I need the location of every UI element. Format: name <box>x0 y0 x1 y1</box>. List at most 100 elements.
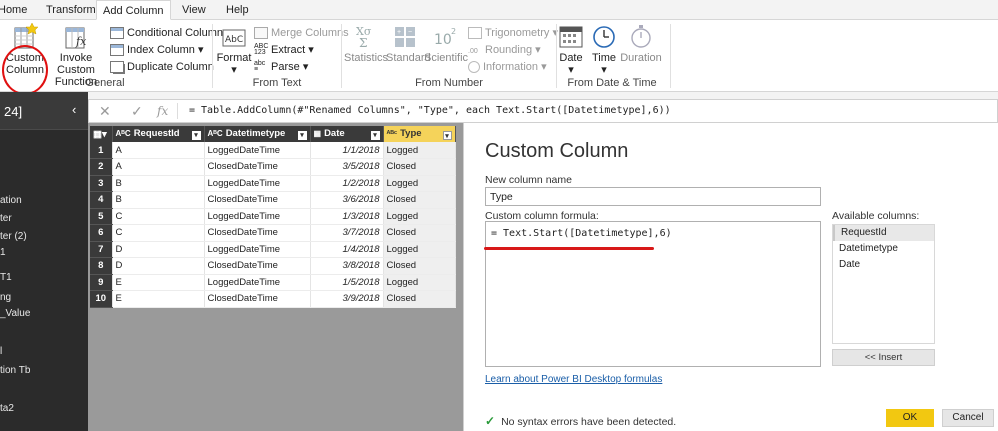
filter-dropdown-icon[interactable]: ▾ <box>297 131 307 140</box>
tab-home[interactable]: Home <box>0 0 33 20</box>
filter-dropdown-icon[interactable]: ▾ <box>370 131 380 140</box>
standard-icon: + − <box>395 27 415 47</box>
column-header-datetimetype[interactable]: AᴮC Datetimetype ▾ <box>204 126 311 142</box>
duplicate-column-label: Duplicate Column <box>127 61 214 73</box>
formula-bar-text[interactable]: = Table.AddColumn(#"Renamed Columns", "T… <box>189 105 671 116</box>
table-row[interactable]: 7 D LoggedDateTime 1/4/2018 Logged <box>90 241 456 258</box>
available-columns-label: Available columns: <box>832 210 920 222</box>
query-item[interactable]: tion Tb <box>0 365 30 376</box>
table-row[interactable]: 2 A ClosedDateTime 3/5/2018 Closed <box>90 158 456 176</box>
date-button[interactable]: Date ▾ <box>558 22 584 76</box>
function-icon: fx <box>65 27 87 49</box>
svg-text:−: − <box>408 29 412 36</box>
queries-panel: 24] ‹ ation ter ter (2) 1 T1 ng _Value l… <box>0 92 88 431</box>
collapse-chevron-icon[interactable]: ‹ <box>72 102 76 117</box>
table-row[interactable]: 1 A LoggedDateTime 1/1/2018 Logged <box>90 142 456 159</box>
table-menu-icon[interactable]: ▦▾ <box>90 126 113 142</box>
parse-icon: abc ≡ <box>254 60 266 74</box>
conditional-column-button[interactable]: Conditional Column <box>110 25 223 41</box>
check-icon: ✓ <box>485 414 496 428</box>
data-grid: ▦▾ AᴮC RequestId ▾ AᴮC Datetimetype ▾ ▦ Date ▾… <box>90 126 456 308</box>
trigonometry-button[interactable]: Trigonometry ▾ <box>468 25 558 41</box>
query-item[interactable]: l <box>0 346 2 357</box>
query-item[interactable]: ng <box>0 292 11 303</box>
format-button[interactable]: AbC Format ▾ <box>216 22 252 76</box>
cancel-button[interactable]: Cancel <box>942 409 994 427</box>
custom-formula-text[interactable]: = Text.Start([Datetimetype],6) <box>491 228 672 239</box>
table-row[interactable]: 5 C LoggedDateTime 1/3/2018 Logged <box>90 208 456 225</box>
tab-view[interactable]: View <box>176 0 212 20</box>
tab-transform[interactable]: Transform <box>40 0 102 20</box>
query-item[interactable]: ta2 <box>0 403 14 414</box>
information-icon <box>468 61 480 74</box>
tab-add-column[interactable]: Add Column <box>96 0 171 20</box>
query-item[interactable]: 1 <box>0 247 6 258</box>
fx-icon[interactable]: fx <box>157 104 168 118</box>
rounding-button[interactable]: .00 Rounding ▾ <box>468 42 541 58</box>
commit-check-icon[interactable]: ✓ <box>131 103 143 120</box>
table-row[interactable]: 6 C ClosedDateTime 3/7/2018 Closed <box>90 224 456 242</box>
custom-formula-editor[interactable]: = Text.Start([Datetimetype],6) <box>485 221 821 367</box>
duration-button[interactable]: Duration <box>620 22 662 64</box>
conditional-column-icon <box>110 27 124 40</box>
filter-dropdown-icon[interactable]: ▾ <box>191 131 201 140</box>
query-item[interactable]: ation <box>0 195 22 206</box>
scientific-button[interactable]: 10 2 Scientific <box>424 22 468 64</box>
available-column-item[interactable]: Date <box>833 257 934 273</box>
clock-icon <box>593 26 615 48</box>
merge-columns-label: Merge Columns <box>271 27 349 39</box>
extract-label: Extract <box>271 44 306 56</box>
conditional-column-label: Conditional Column <box>127 27 223 39</box>
extract-button[interactable]: ABC 123 Extract ▾ <box>254 42 314 58</box>
cancel-icon[interactable]: ✕ <box>99 103 111 120</box>
chevron-down-icon: ▾ <box>601 64 607 76</box>
query-item[interactable]: _Value <box>0 308 30 319</box>
text-type-icon: AᴮC <box>115 129 131 138</box>
table-row[interactable]: 4 B ClosedDateTime 3/6/2018 Closed <box>90 191 456 209</box>
format-label: Format <box>216 52 252 64</box>
ribbon-tabs: Home Transform Add Column View Help <box>0 0 998 20</box>
table-row[interactable]: 10 E ClosedDateTime 3/9/2018 Closed <box>90 290 456 308</box>
column-header-type[interactable]: ᴬᴮᶜ Type ▾ <box>383 126 456 142</box>
syntax-status: ✓ No syntax errors have been detected. <box>485 414 676 428</box>
formula-bar-divider <box>177 103 178 119</box>
chevron-down-icon: ▾ <box>197 44 204 56</box>
filter-dropdown-icon[interactable]: ▾ <box>442 131 452 140</box>
column-header-date[interactable]: ▦ Date ▾ <box>310 126 384 142</box>
merge-columns-button[interactable]: Merge Columns <box>254 25 349 41</box>
available-column-item[interactable]: RequestId <box>833 225 934 241</box>
query-item[interactable]: ter <box>0 213 12 224</box>
chevron-down-icon: ▾ <box>568 64 574 76</box>
query-item[interactable]: ter (2) <box>0 231 27 242</box>
chevron-down-icon: ▾ <box>231 64 237 76</box>
time-button[interactable]: Time ▾ <box>590 22 618 76</box>
new-column-name-field[interactable] <box>485 187 821 206</box>
standard-button[interactable]: + − Standard <box>386 22 431 64</box>
column-header-requestid[interactable]: AᴮC RequestId ▾ <box>112 126 205 142</box>
time-label: Time <box>591 52 617 64</box>
rounding-icon: .00 <box>468 48 478 56</box>
statistics-button[interactable]: Xσ Σ Statistics <box>344 22 389 64</box>
learn-formulas-link[interactable]: Learn about Power BI Desktop formulas <box>485 374 662 385</box>
query-item[interactable]: T1 <box>0 272 12 283</box>
parse-button[interactable]: abc ≡ Parse ▾ <box>254 59 308 75</box>
statistics-label: Statistics <box>344 52 389 64</box>
statistics-icon: Xσ Σ <box>356 25 372 50</box>
available-column-item[interactable]: Datetimetype <box>833 241 934 257</box>
tab-help[interactable]: Help <box>220 0 255 20</box>
table-row[interactable]: 8 D ClosedDateTime 3/8/2018 Closed <box>90 257 456 275</box>
extract-icon: ABC 123 <box>254 43 269 57</box>
table-row[interactable]: 3 B LoggedDateTime 1/2/2018 Logged <box>90 175 456 192</box>
chevron-down-icon: ▾ <box>535 44 541 56</box>
insert-button[interactable]: << Insert <box>832 349 935 366</box>
information-label: Information <box>483 61 539 73</box>
date-label: Date <box>559 52 583 64</box>
ok-button[interactable]: OK <box>886 409 934 427</box>
information-button[interactable]: Information ▾ <box>468 59 547 75</box>
table-row[interactable]: 9 E LoggedDateTime 1/5/2018 Logged <box>90 274 456 291</box>
new-column-name-label: New column name <box>485 174 572 186</box>
index-column-button[interactable]: Index Column ▾ <box>110 42 203 58</box>
ribbon-separator <box>670 24 671 88</box>
svg-text:fx: fx <box>75 35 87 48</box>
duplicate-column-button[interactable]: Duplicate Column <box>110 59 214 75</box>
